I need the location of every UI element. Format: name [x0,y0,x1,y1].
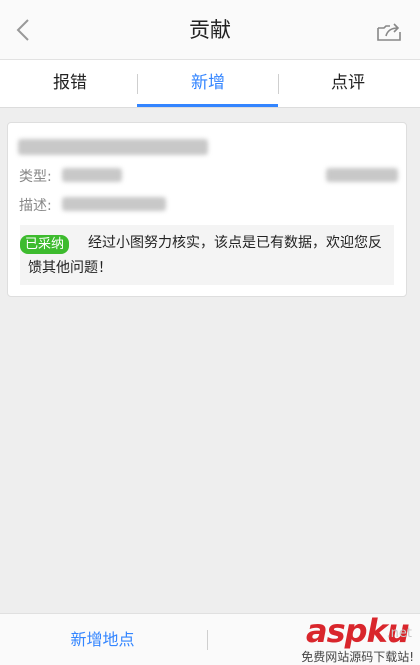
tab-bar: 报错 新增 点评 [0,60,420,108]
bottom-divider [207,630,208,650]
active-tab-indicator [137,104,278,107]
tab-divider [137,74,138,94]
watermark-suffix: .net [386,626,412,641]
watermark-logo: aspku .net 免费网站源码下载站! [234,612,414,665]
watermark-tagline: 免费网站源码下载站! [301,650,414,664]
blurred-date [326,168,398,182]
page-title: 贡献 [189,18,231,42]
header-bar: 贡献 [0,0,420,60]
notice-text: 经过小图努力核实，该点是已有数据，欢迎您反馈其他问题！ [28,235,382,276]
tab-review[interactable]: 点评 [278,60,418,108]
blurred-type-value [62,168,122,182]
tab-report-error[interactable]: 报错 [0,60,140,108]
blurred-description [62,197,166,211]
tab-add[interactable]: 新增 [138,60,278,108]
add-place-button[interactable]: 新增地点 [0,614,205,665]
type-label: 类型: [19,169,52,185]
tab-divider [278,74,279,94]
description-label: 描述: [19,198,52,214]
blurred-place-name [18,139,208,155]
share-icon[interactable] [376,20,402,42]
contribution-card[interactable]: 类型: 描述: 已采纳 经过小图努力核实，该点是已有数据，欢迎您反馈其他问题！ [7,122,407,297]
